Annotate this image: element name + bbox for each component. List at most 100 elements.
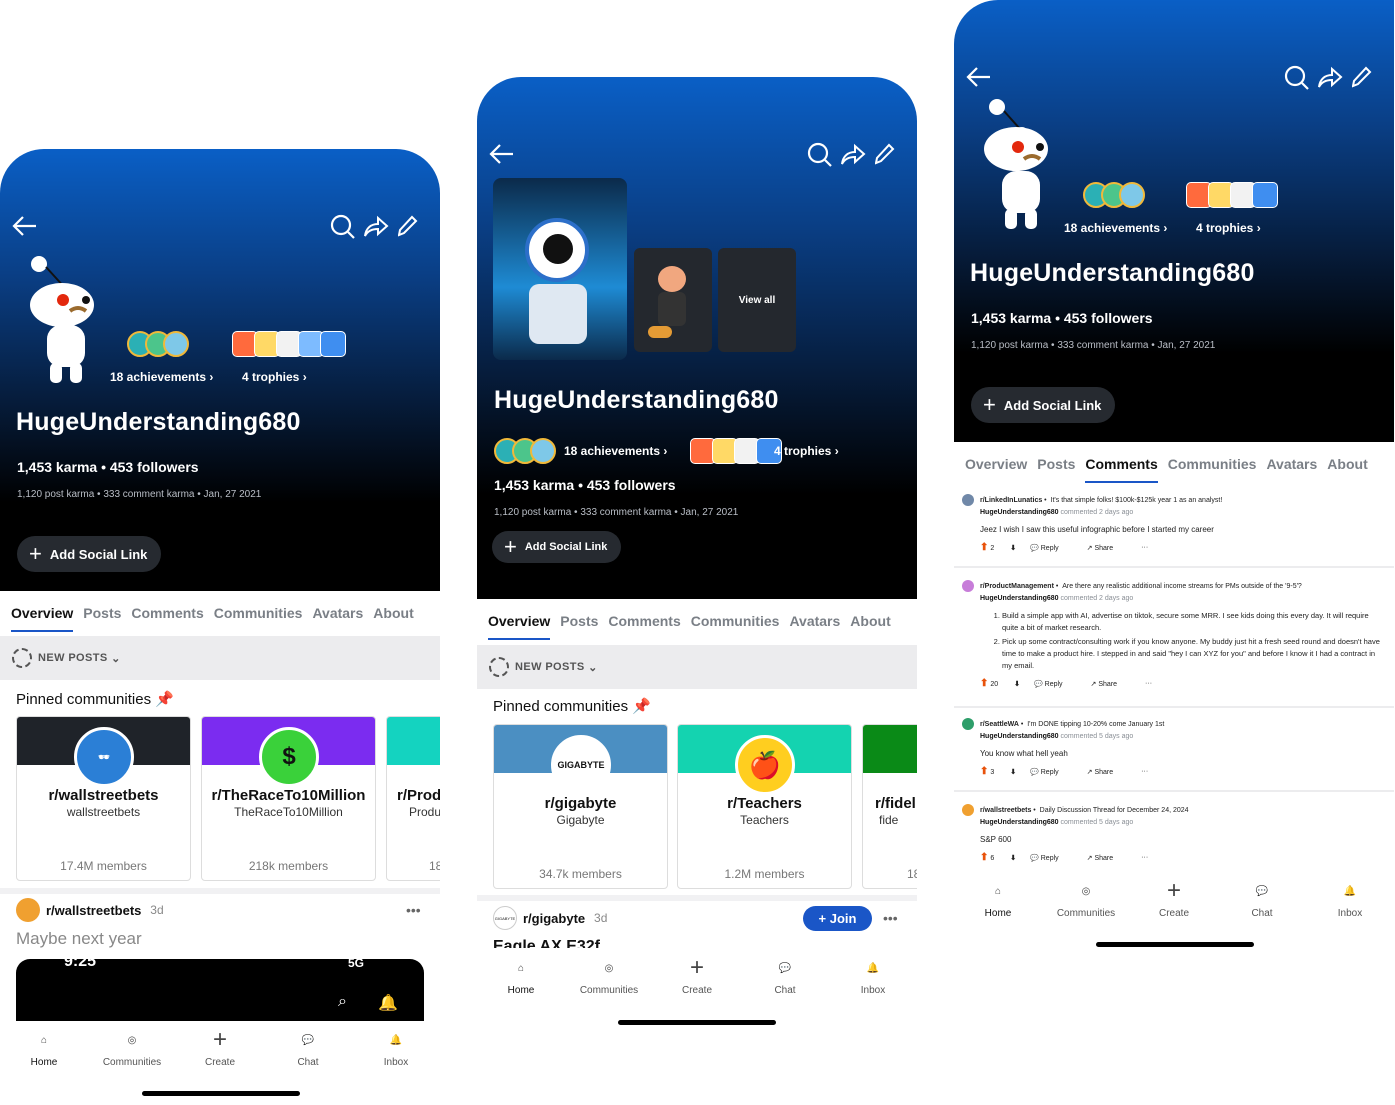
community-card[interactable]: GIGABYTE r/gigabyte Gigabyte 34.7k members [493,724,668,889]
trophies-link[interactable]: 4 trophies › [242,370,307,384]
nav-inbox[interactable]: 🔔 Inbox [1315,878,1385,920]
share-button[interactable]: ↗ Share [1087,854,1128,862]
tab-communities[interactable]: Communities [214,605,303,632]
back-arrow-icon[interactable] [966,66,992,88]
community-card[interactable]: 🕶 r/wallstreetbets wallstreetbets 17.4M mem… [16,716,191,881]
tab-posts[interactable]: Posts [83,605,121,632]
tab-about[interactable]: About [850,613,890,640]
post-title[interactable]: Eagle AX E32f [493,937,600,948]
tab-avatars[interactable]: Avatars [789,613,840,640]
nav-chat[interactable]: 💬 Chat [750,955,820,997]
downvote-icon[interactable]: ⬇ [1014,681,1020,688]
tab-comments[interactable]: Comments [1085,456,1158,483]
more-dots-icon[interactable]: ••• [883,910,898,926]
achievements-link[interactable]: 18 achievements › [564,444,667,458]
more-dots-icon[interactable]: ··· [1141,854,1148,861]
tab-comments[interactable]: Comments [608,613,680,640]
achievements-link[interactable]: 18 achievements › [110,370,213,384]
trophy-badges[interactable] [1186,182,1278,208]
avatar-showcase-second[interactable] [634,248,712,352]
trophy-badges[interactable] [690,438,782,464]
nav-chat[interactable]: 💬 Chat [273,1027,343,1069]
edit-pencil-icon[interactable] [875,143,895,165]
nav-communities[interactable]: ◎ Communities [574,955,644,997]
downvote-icon[interactable]: ⬇ [1010,545,1016,552]
community-card[interactable]: r/fidelfide18 [862,724,917,889]
search-icon[interactable] [807,142,833,168]
comment-item[interactable]: r/ProductManagement • Are there any real… [962,580,1386,689]
upvote-icon[interactable]: ⬆ [980,678,988,689]
upvote-icon[interactable]: ⬆ [980,542,988,553]
nav-create[interactable]: + Create [1139,877,1209,919]
nav-home[interactable]: ⌂ Home [963,878,1033,920]
reply-button[interactable]: 💬 Reply [1034,680,1077,688]
nav-inbox[interactable]: 🔔 Inbox [838,955,908,997]
tab-about[interactable]: About [373,605,413,632]
tab-overview[interactable]: Overview [965,456,1027,483]
nav-home[interactable]: ⌂ Home [9,1027,79,1069]
achievements-link[interactable]: 18 achievements › [1064,221,1167,235]
avatar-showcase-main[interactable] [493,178,627,360]
join-button[interactable]: + Join [803,906,872,931]
reply-button[interactable]: 💬 Reply [1030,854,1073,862]
tab-about[interactable]: About [1327,456,1367,483]
post-title[interactable]: Maybe next year [16,929,142,949]
reply-button[interactable]: 💬 Reply [1030,544,1073,552]
tab-posts[interactable]: Posts [1037,456,1075,483]
more-dots-icon[interactable]: ··· [1141,544,1148,551]
sort-selector[interactable]: NEW POSTS ⌄ [477,645,917,689]
community-card[interactable]: r/ProdProdu18 [386,716,440,881]
share-icon[interactable] [840,143,866,167]
trophies-link[interactable]: 4 trophies › [774,444,839,458]
share-icon[interactable] [1317,66,1343,90]
search-icon[interactable] [330,214,356,240]
post-image[interactable]: 9:25 5G ⌕ 🔔 [16,953,424,1021]
trophies-link[interactable]: 4 trophies › [1196,221,1261,235]
tab-overview[interactable]: Overview [11,605,74,632]
community-card[interactable]: $ r/TheRaceTo10Million TheRaceTo10Million 2… [201,716,376,881]
share-button[interactable]: ↗ Share [1087,768,1128,776]
more-dots-icon[interactable]: ··· [1141,768,1148,775]
downvote-icon[interactable]: ⬇ [1010,855,1016,862]
tab-comments[interactable]: Comments [131,605,203,632]
nav-create[interactable]: + Create [185,1026,255,1068]
sort-selector[interactable]: NEW POSTS ⌄ [0,636,440,680]
comment-item[interactable]: r/LinkedInLunatics • It's that simple fo… [962,494,1386,553]
nav-home[interactable]: ⌂ Home [486,955,556,997]
tab-avatars[interactable]: Avatars [312,605,363,632]
nav-chat[interactable]: 💬 Chat [1227,878,1297,920]
reply-button[interactable]: 💬 Reply [1030,768,1073,776]
achievement-badges[interactable] [1083,182,1145,208]
more-dots-icon[interactable]: ••• [406,902,421,918]
view-all-button[interactable]: View all [718,248,796,352]
achievement-badges[interactable] [494,438,556,464]
upvote-icon[interactable]: ⬆ [980,766,988,777]
downvote-icon[interactable]: ⬇ [1010,769,1016,776]
tab-overview[interactable]: Overview [488,613,551,640]
back-arrow-icon[interactable] [489,143,515,165]
add-social-link-button[interactable]: + Add Social Link [17,536,162,572]
more-dots-icon[interactable]: ··· [1145,680,1152,687]
add-social-link-button[interactable]: + Add Social Link [492,531,622,563]
tab-avatars[interactable]: Avatars [1266,456,1317,483]
nav-inbox[interactable]: 🔔 Inbox [361,1027,431,1069]
trophy-badges[interactable] [232,331,346,357]
tab-posts[interactable]: Posts [560,613,598,640]
nav-communities[interactable]: ◎ Communities [1051,878,1121,920]
edit-pencil-icon[interactable] [1352,66,1372,88]
share-button[interactable]: ↗ Share [1087,544,1128,552]
share-icon[interactable] [363,215,389,239]
share-button[interactable]: ↗ Share [1091,680,1132,688]
back-arrow-icon[interactable] [12,215,38,237]
edit-pencil-icon[interactable] [398,215,418,237]
tab-communities[interactable]: Communities [691,613,780,640]
community-card[interactable]: 🍎 r/Teachers Teachers 1.2M members [677,724,852,889]
tab-communities[interactable]: Communities [1168,456,1257,483]
search-icon[interactable] [1284,65,1310,91]
feed-post-header[interactable]: r/wallstreetbets 3d [16,898,164,922]
upvote-icon[interactable]: ⬆ [980,852,988,863]
comment-item[interactable]: r/wallstreetbets • Daily Discussion Thre… [962,804,1386,863]
comment-item[interactable]: r/SeattleWA • I'm DONE tipping 10-20% co… [962,718,1386,777]
add-social-link-button[interactable]: + Add Social Link [971,387,1116,423]
feed-post-header[interactable]: GIGABYTE r/gigabyte 3d [493,906,607,930]
